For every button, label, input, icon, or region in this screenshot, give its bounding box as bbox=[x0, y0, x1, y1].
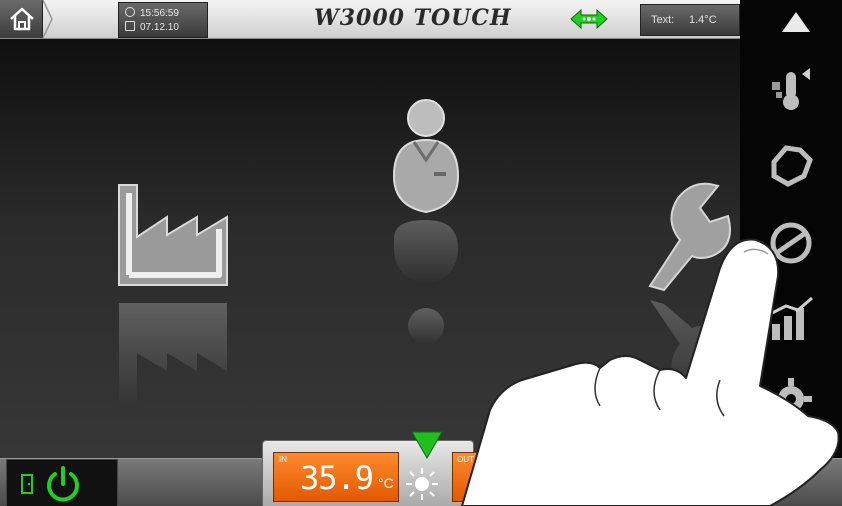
hmi-screen: 15:56:59 07.12.10 W3000 TOUCH Text: 1.4°… bbox=[0, 0, 842, 506]
pointing-hand-illustration bbox=[461, 238, 840, 506]
